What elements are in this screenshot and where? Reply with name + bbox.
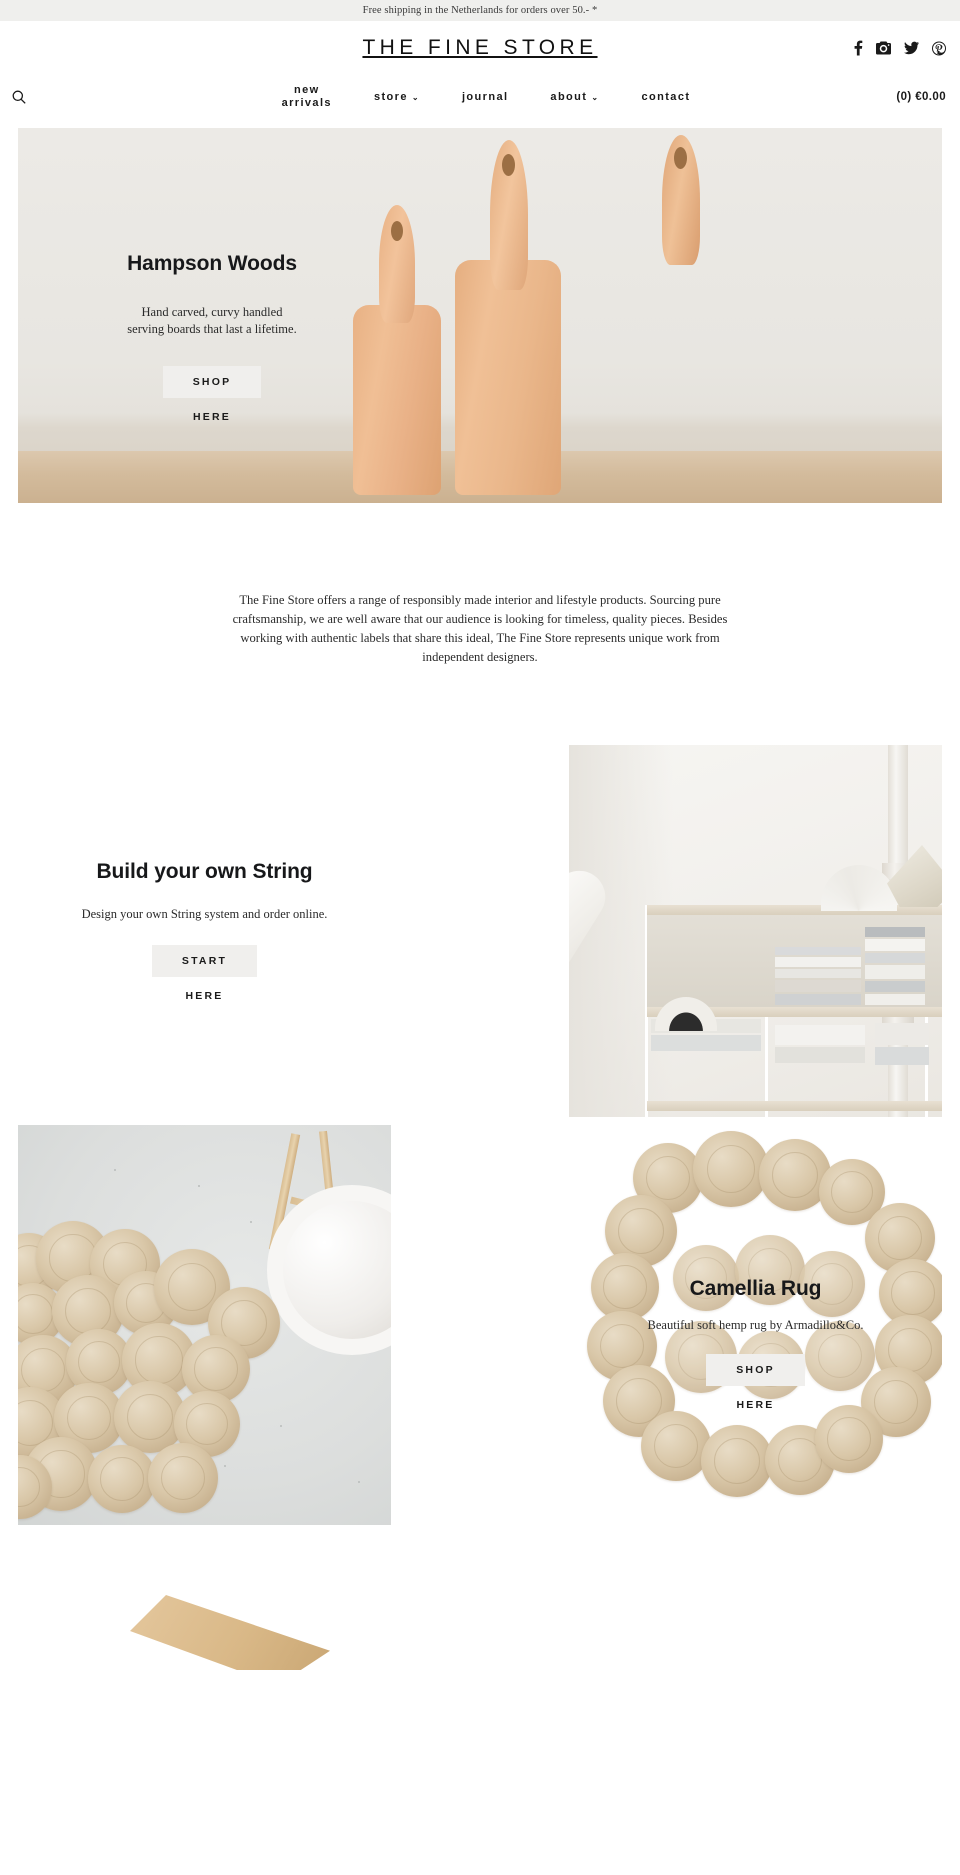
announcement-bar: Free shipping in the Netherlands for ord… (0, 0, 960, 21)
string-here-link[interactable]: HERE (186, 990, 224, 1002)
string-title: Build your own String (96, 860, 313, 883)
rug-photo[interactable] (18, 1125, 391, 1525)
rug-subtitle: Beautiful soft hemp rug by Armadillo&Co. (647, 1318, 864, 1332)
social-links (854, 40, 946, 56)
rug-right-panel: Camellia Rug Beautiful soft hemp rug by … (569, 1125, 942, 1525)
primary-nav: new arrivals store ⌄ journal about ⌄ con… (270, 84, 691, 110)
string-shelf-image[interactable] (569, 745, 942, 1117)
nav-item-store-label: store (373, 90, 408, 103)
serving-board-illustration (353, 205, 441, 495)
pinterest-icon[interactable] (932, 41, 946, 55)
site-logo[interactable]: THE FINE STORE (362, 36, 597, 60)
serving-board-illustration (610, 135, 750, 495)
hero-overlay: Hampson Woods Hand carved, curvy handled… (62, 252, 362, 423)
nav-item-about[interactable]: about ⌄ (550, 91, 599, 104)
announcement-text: Free shipping in the Netherlands for ord… (362, 5, 598, 16)
string-subtitle: Design your own String system and order … (81, 907, 328, 921)
string-start-button[interactable]: START (151, 945, 258, 977)
facebook-icon[interactable] (854, 40, 863, 56)
rug-here-link[interactable]: HERE (569, 1399, 942, 1411)
primary-nav-bar: new arrivals store ⌄ journal about ⌄ con… (0, 75, 960, 119)
hero-shop-button[interactable]: SHOP (162, 366, 262, 398)
rug-text-block: Camellia Rug Beautiful soft hemp rug by … (569, 1277, 942, 1411)
masthead: THE FINE STORE (0, 21, 960, 75)
nav-item-new-arrivals[interactable]: new arrivals (282, 84, 332, 110)
next-section-teaser (0, 1525, 960, 1670)
chevron-down-icon: ⌄ (591, 93, 600, 102)
string-text-block: Build your own String Design your own St… (18, 745, 391, 1117)
hero-subtitle: Hand carved, curvy handled serving board… (127, 305, 297, 336)
wooden-object-illustration (130, 1595, 330, 1670)
string-section: Build your own String Design your own St… (0, 745, 960, 1117)
hero-here-link[interactable]: HERE (62, 411, 362, 423)
twitter-icon[interactable] (904, 41, 919, 55)
serving-board-illustration (455, 140, 561, 495)
nav-item-journal[interactable]: journal (462, 91, 508, 104)
rug-title: Camellia Rug (689, 1277, 822, 1300)
rug-section: Camellia Rug Beautiful soft hemp rug by … (0, 1125, 960, 1525)
nav-item-about-label: about (550, 90, 588, 103)
nav-item-contact[interactable]: contact (641, 91, 690, 104)
intro-section: The Fine Store offers a range of respons… (0, 503, 960, 745)
hero-banner: Hampson Woods Hand carved, curvy handled… (18, 128, 942, 503)
chevron-down-icon: ⌄ (411, 93, 420, 102)
intro-paragraph: The Fine Store offers a range of respons… (232, 593, 728, 664)
shelf-illustration (569, 745, 942, 1117)
search-icon[interactable] (8, 86, 30, 108)
rug-shop-button[interactable]: SHOP (706, 1354, 805, 1386)
instagram-icon[interactable] (876, 41, 891, 55)
cart-link[interactable]: (0) €0.00 (896, 91, 946, 103)
page-root: Free shipping in the Netherlands for ord… (0, 0, 960, 1670)
nav-item-store[interactable]: store ⌄ (374, 91, 420, 104)
hero-title: Hampson Woods (127, 252, 297, 275)
